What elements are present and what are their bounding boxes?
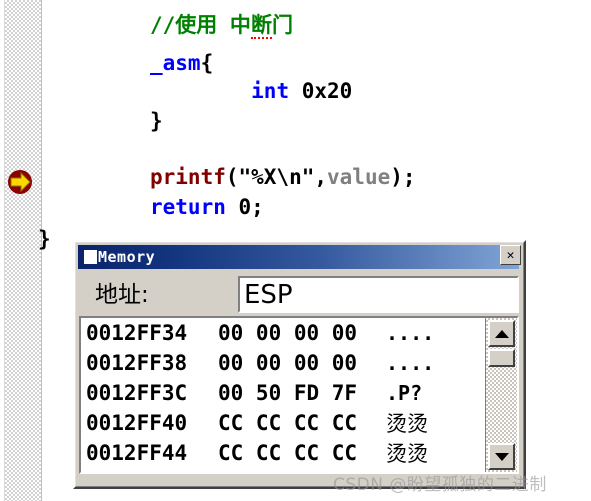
code-line-asm-block-open: _asm{: [150, 52, 591, 74]
printf-close-paren: );: [390, 165, 416, 189]
scroll-up-button[interactable]: [488, 320, 515, 347]
editor-gutter-margin[interactable]: [4, 0, 42, 501]
cell-ascii: 烫烫: [386, 442, 428, 466]
comment-text-misspelled: 断: [250, 13, 272, 39]
operand-0x20: 0x20: [289, 79, 353, 103]
address-row: 地址: ESP: [78, 276, 519, 314]
table-row[interactable]: 0012FF40 CC CC CC CC 烫烫: [86, 408, 485, 438]
keyword-asm: _asm: [150, 51, 201, 75]
printf-format-string: ("%X\n",: [225, 165, 328, 189]
address-input-value: ESP: [244, 279, 293, 310]
cell-ascii: 烫烫: [386, 412, 428, 436]
close-icon: ✕: [506, 247, 515, 263]
table-row[interactable]: 0012FF38 00 00 00 00 ....: [86, 348, 485, 378]
memory-window-title: Memory: [98, 248, 156, 266]
memory-dump-area[interactable]: 0012FF34 00 00 00 00 .... 0012FF38 00 00…: [79, 316, 519, 474]
code-line-comment: //使用 中断门: [150, 13, 591, 39]
return-value: 0;: [225, 195, 264, 219]
comment-text-c: 门: [271, 13, 293, 37]
cell-bytes: CC CC CC CC: [218, 411, 358, 435]
comment-text-a: //使用 中: [150, 13, 251, 37]
brace-close-asm: }: [150, 109, 163, 133]
cell-bytes: CC CC CC CC: [218, 441, 358, 465]
table-row[interactable]: 0012FF44 CC CC CC CC 烫烫: [86, 438, 485, 468]
scrollbar-thumb[interactable]: [488, 349, 515, 367]
code-line-return: return 0;: [150, 196, 591, 218]
cell-address: 0012FF38: [86, 351, 188, 375]
address-input[interactable]: ESP: [238, 276, 519, 313]
address-label: 地址:: [95, 281, 149, 308]
current-statement-arrow-icon: [8, 170, 32, 194]
cell-bytes: 00 00 00 00: [218, 351, 358, 375]
cell-bytes: 00 50 FD 7F: [218, 381, 358, 405]
cell-ascii: ....: [386, 321, 435, 345]
brace-close-function: }: [38, 227, 51, 251]
code-line-int-instruction: int 0x20: [150, 80, 591, 102]
cell-address: 0012FF40: [86, 411, 188, 435]
window-menu-icon[interactable]: [84, 250, 97, 264]
function-printf: printf: [150, 165, 226, 189]
cell-ascii: .P?: [386, 381, 423, 405]
code-line-asm-block-close: }: [150, 110, 591, 132]
cell-bytes: 00 00 00 00: [218, 321, 358, 345]
cell-address: 0012FF3C: [86, 381, 188, 405]
table-row[interactable]: 0012FF3C 00 50 FD 7F .P?: [86, 378, 485, 408]
cell-address: 0012FF44: [86, 441, 188, 465]
cell-address: 0012FF34: [86, 321, 188, 345]
cell-ascii: ....: [386, 351, 435, 375]
close-button[interactable]: ✕: [500, 245, 521, 265]
variable-value: value: [327, 165, 391, 189]
memory-window-titlebar[interactable]: Memory: [78, 245, 519, 269]
keyword-int: int: [251, 79, 290, 103]
keyword-return: return: [150, 195, 226, 219]
scroll-up-arrow-icon: [494, 329, 509, 338]
scroll-down-arrow-icon: [494, 452, 509, 461]
memory-window[interactable]: Memory ✕ 地址: ESP 0012FF34 00 00 00 00 ..…: [73, 240, 526, 489]
brace-open: {: [200, 51, 214, 75]
memory-dump-rows: 0012FF34 00 00 00 00 .... 0012FF38 00 00…: [81, 318, 485, 472]
table-row[interactable]: 0012FF34 00 00 00 00 ....: [86, 318, 485, 348]
code-line-printf: printf("%X\n",value);: [150, 166, 591, 188]
scroll-down-button[interactable]: [488, 443, 515, 470]
vertical-scrollbar[interactable]: [485, 318, 517, 472]
